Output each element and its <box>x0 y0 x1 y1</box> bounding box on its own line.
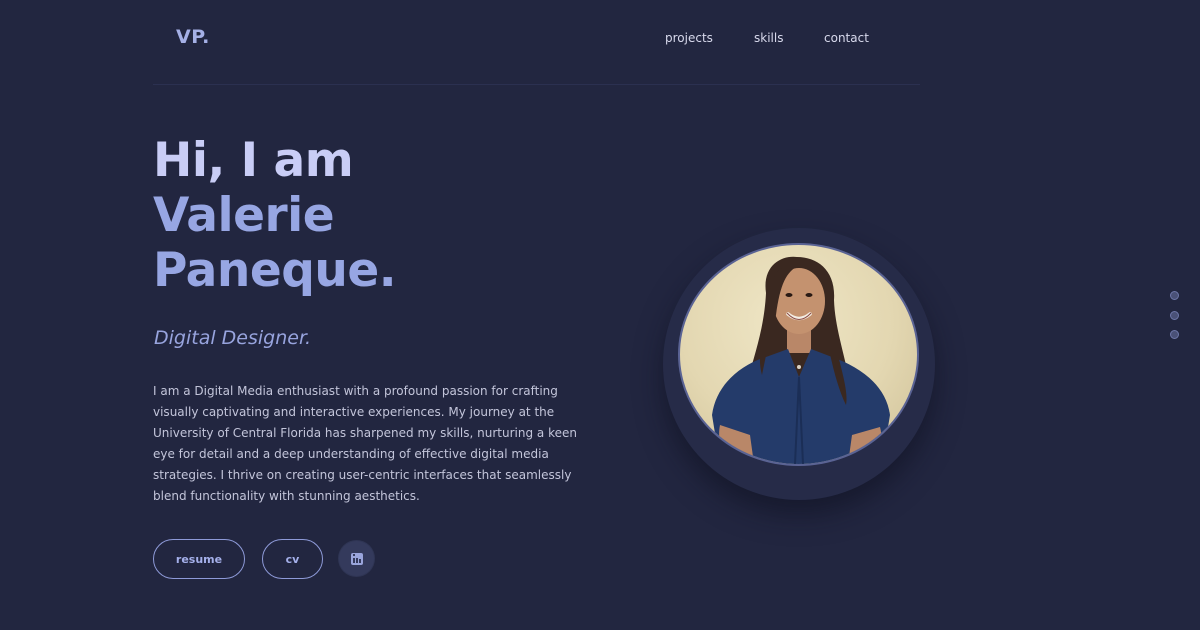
cv-button[interactable]: cv <box>262 539 323 579</box>
site-header: VP. projects skills contact <box>153 0 920 85</box>
hero-bio: I am a Digital Media enthusiast with a p… <box>153 384 577 503</box>
hero-name-first: Valerie <box>153 188 335 243</box>
nav-link-skills[interactable]: skills <box>754 31 783 45</box>
resume-button[interactable]: resume <box>153 539 245 579</box>
linkedin-icon <box>350 552 363 565</box>
nav-link-projects[interactable]: projects <box>665 31 713 45</box>
profile-photo <box>678 243 919 466</box>
section-dot-2[interactable] <box>1170 311 1179 320</box>
hero-role: Digital Designer. <box>154 327 312 349</box>
hero-name-last: Paneque. <box>153 243 397 298</box>
logo[interactable]: VP. <box>176 26 210 48</box>
section-dot-1[interactable] <box>1170 291 1179 300</box>
profile-photo-illustration <box>712 256 890 464</box>
nav-link-contact[interactable]: contact <box>824 31 869 45</box>
linkedin-button[interactable] <box>339 541 374 576</box>
hero-greeting: Hi, I am <box>153 133 354 188</box>
section-dot-3[interactable] <box>1170 330 1179 339</box>
